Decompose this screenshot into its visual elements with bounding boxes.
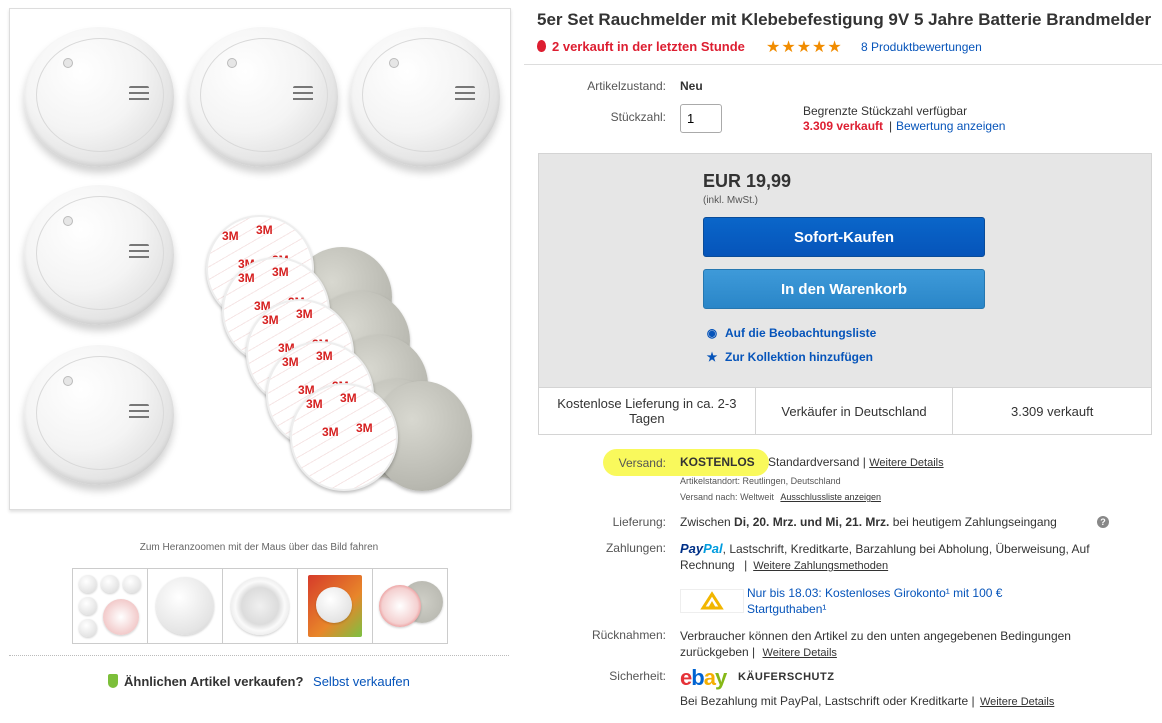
star-icon: ★ <box>781 39 797 56</box>
smoke-detector-image <box>24 27 174 167</box>
divider <box>9 655 509 656</box>
sell-similar-label: Ähnlichen Artikel verkaufen? <box>124 674 304 689</box>
shipping-value: KOSTENLOS <box>680 455 755 469</box>
payment-methods: PayPal, Lastschrift, Kreditkarte, Barzah… <box>680 541 1090 572</box>
price: EUR 19,99 <box>703 171 792 191</box>
ebay-logo: ebay <box>680 665 727 690</box>
condition-label: Artikelzustand: <box>587 79 666 93</box>
adhesive-sticker-image: 3M3M3M3M <box>290 383 398 491</box>
security-details-link[interactable]: Weitere Details <box>980 696 1054 708</box>
star-icon: ★ <box>796 39 813 56</box>
returns-label: Rücknahmen: <box>591 628 666 642</box>
thumbnail-2[interactable] <box>147 568 223 644</box>
security-text: Bei Bezahlung mit PayPal, Lastschrift od… <box>680 694 1055 708</box>
returns-details-link[interactable]: Weitere Details <box>763 647 837 659</box>
info-seller-country: Verkäufer in Deutschland <box>756 388 954 434</box>
promo-link[interactable]: Nur bis 18.03: Kostenloses Girokonto¹ mi… <box>747 585 1077 617</box>
smoke-detector-image <box>350 27 500 167</box>
info-row: Kostenlose Lieferung in ca. 2-3 Tagen Ve… <box>538 387 1152 435</box>
divider <box>524 64 1162 65</box>
help-icon[interactable]: ? <box>1097 516 1109 528</box>
smoke-detector-image <box>188 27 338 167</box>
condition-value: Neu <box>680 79 703 93</box>
add-collection-link[interactable]: ★ Zur Kollektion hinzufügen <box>706 350 873 364</box>
buyer-protection-badge: KÄUFERSCHUTZ <box>738 671 835 683</box>
item-location: Artikelstandort: Reutlingen, Deutschland <box>680 476 841 486</box>
exclusions-link[interactable]: Ausschlussliste anzeigen <box>780 492 881 502</box>
security-label: Sicherheit: <box>609 669 666 683</box>
star-icon: ★ <box>812 39 828 56</box>
smoke-detector-image <box>24 185 174 325</box>
quantity-input[interactable] <box>680 104 722 133</box>
watchlist-link[interactable]: ◉ Auf die Beobachtungsliste <box>706 326 877 340</box>
rating-stars: ★★★★★ <box>766 37 843 57</box>
info-sold-count: 3.309 verkauft <box>1010 403 1094 419</box>
more-payments-link[interactable]: Weitere Zahlungsmethoden <box>753 560 888 572</box>
smoke-detector-image <box>24 345 174 485</box>
buy-now-button[interactable]: Sofort-Kaufen <box>703 217 985 257</box>
shipping-label: Versand: <box>618 456 666 470</box>
zoom-hint: Zum Heranzoomen mit der Maus über das Bi… <box>139 542 379 553</box>
commerzbank-logo <box>680 589 744 613</box>
thumbnail-3[interactable] <box>222 568 298 644</box>
limited-quantity: Begrenzte Stückzahl verfügbar <box>803 104 968 118</box>
returns-text: Verbraucher können den Artikel zu den un… <box>680 629 1071 659</box>
thumbnail-1[interactable] <box>72 568 148 644</box>
shipping-details-link[interactable]: Weitere Details <box>869 457 943 469</box>
thumbnail-4[interactable] <box>297 568 373 644</box>
delivery-label: Lieferung: <box>612 515 666 529</box>
add-to-cart-button[interactable]: In den Warenkorb <box>703 269 985 309</box>
sold-last-hour: 2 verkauft in der letzten Stunde <box>537 39 745 54</box>
sell-similar: Ähnlichen Artikel verkaufen? Selbst verk… <box>108 674 410 689</box>
show-rating-link[interactable]: Bewertung anzeigen <box>896 119 1005 133</box>
delivery-estimate: Zwischen Di, 20. Mrz. und Mi, 21. Mrz. b… <box>680 515 1057 529</box>
sell-yourself-link[interactable]: Selbst verkaufen <box>313 674 410 689</box>
vat-note: (inkl. MwSt.) <box>703 195 758 206</box>
quantity-label: Stückzahl: <box>610 110 666 124</box>
eye-icon: ◉ <box>706 326 718 340</box>
tag-icon <box>108 674 118 688</box>
info-free-delivery: Kostenlose Lieferung in ca. 2-3 Tagen <box>539 388 756 434</box>
thumbnail-5[interactable] <box>372 568 448 644</box>
ships-to: Versand nach: Weltweit Ausschlussliste a… <box>680 492 881 502</box>
separator: | <box>889 119 893 133</box>
sold-count: 3.309 verkauft <box>803 119 884 133</box>
payments-label: Zahlungen: <box>605 541 666 555</box>
product-title: 5er Set Rauchmelder mit Klebebefestigung… <box>537 10 1152 29</box>
star-icon: ★ <box>706 350 718 364</box>
reviews-link[interactable]: 8 Produktbewertungen <box>861 40 982 54</box>
paypal-logo: PayPal <box>680 541 723 556</box>
star-icon: ★ <box>827 39 843 56</box>
main-product-image[interactable]: 3M3M3M3M 3M3M3M3M 3M3M3M3M 3M3M3M3M 3M3M… <box>9 8 511 510</box>
fire-icon <box>537 40 546 52</box>
star-icon: ★ <box>766 39 782 56</box>
shipping-method: Standardversand | Weitere Details <box>768 455 944 469</box>
